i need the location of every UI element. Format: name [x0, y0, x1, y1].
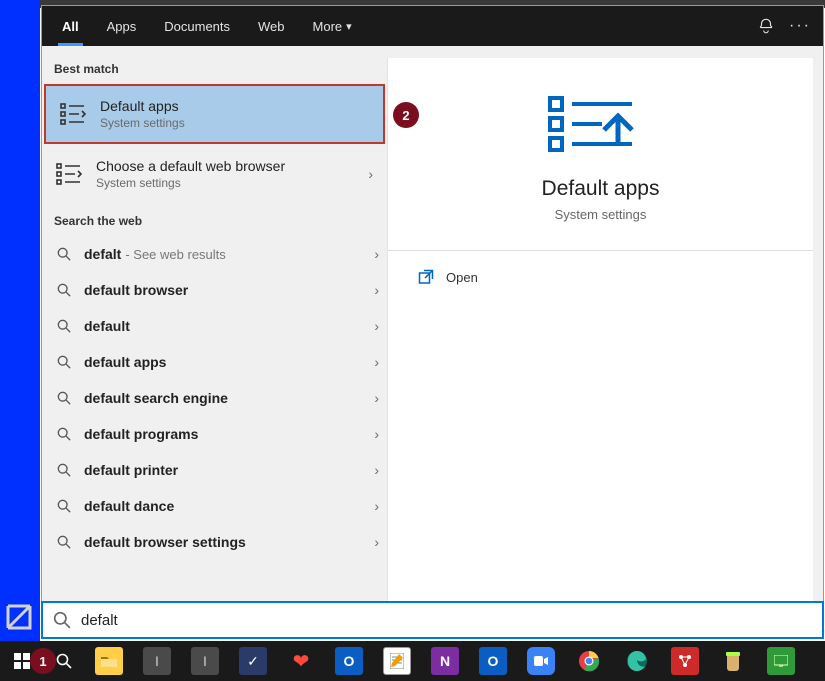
open-button[interactable]: Open: [400, 261, 801, 293]
settings-list-icon: [58, 99, 88, 129]
divider: [388, 250, 813, 251]
taskbar-edge[interactable]: [616, 645, 658, 677]
open-label: Open: [446, 270, 478, 285]
chevron-down-icon: ▾: [346, 20, 352, 33]
web-result[interactable]: default programs ›: [42, 416, 387, 452]
tab-web[interactable]: Web: [244, 6, 299, 46]
search-icon: [56, 426, 72, 442]
web-result-term: default browser: [84, 282, 188, 298]
web-result[interactable]: defalt - See web results ›: [42, 236, 387, 272]
search-input[interactable]: [81, 612, 812, 629]
taskbar-app-check[interactable]: ✓: [232, 645, 274, 677]
tab-apps[interactable]: Apps: [93, 6, 151, 46]
taskbar-explorer[interactable]: [88, 645, 130, 677]
tab-documents[interactable]: Documents: [150, 6, 244, 46]
web-result[interactable]: default browser ›: [42, 272, 387, 308]
search-icon: [53, 611, 71, 629]
tab-web-label: Web: [258, 19, 285, 34]
search-icon: [56, 498, 72, 514]
web-result[interactable]: default search engine ›: [42, 380, 387, 416]
chevron-right-icon: ›: [368, 166, 373, 182]
taskbar-app-jar[interactable]: [712, 645, 754, 677]
annotation-badge-1: 1: [30, 648, 56, 674]
search-icon: [56, 354, 72, 370]
taskbar-app-heart[interactable]: ❤: [280, 645, 322, 677]
result-title: Choose a default web browser: [96, 158, 285, 174]
search-body: Best match Default apps System settings …: [42, 46, 823, 638]
feedback-icon[interactable]: [749, 6, 783, 46]
taskbar-onenote[interactable]: N: [424, 645, 466, 677]
chevron-right-icon: ›: [374, 534, 379, 550]
tab-all-label: All: [62, 19, 79, 34]
search-icon: [56, 318, 72, 334]
preview-title: Default apps: [400, 177, 801, 201]
results-column: Best match Default apps System settings …: [42, 46, 387, 638]
web-result[interactable]: default dance ›: [42, 488, 387, 524]
web-result-term: default printer: [84, 462, 178, 478]
result-subtitle: System settings: [96, 176, 285, 190]
taskbar-zoom[interactable]: [520, 645, 562, 677]
search-icon: [56, 462, 72, 478]
chevron-right-icon: ›: [374, 498, 379, 514]
watermark-icon: [6, 604, 34, 635]
chevron-right-icon: ›: [374, 354, 379, 370]
open-icon: [418, 269, 434, 285]
preview-column: Default apps System settings Open: [387, 58, 813, 628]
chevron-right-icon: ›: [374, 390, 379, 406]
web-result-term: defalt: [84, 246, 121, 262]
result-titles: Default apps System settings: [100, 98, 185, 130]
web-result-term: default browser settings: [84, 534, 246, 550]
default-apps-icon: [546, 94, 656, 157]
background-left-stripe: [0, 0, 40, 641]
taskbar-notepad[interactable]: [376, 645, 418, 677]
search-icon: [56, 246, 72, 262]
search-panel: All Apps Documents Web More▾ ··· Best ma…: [41, 5, 824, 639]
tab-all[interactable]: All: [48, 6, 93, 46]
web-result-suffix: - See web results: [125, 247, 225, 262]
taskbar-app-grey-1[interactable]: I: [136, 645, 178, 677]
search-icon: [56, 534, 72, 550]
tab-more-label: More: [313, 19, 343, 34]
section-best-match: Best match: [42, 52, 387, 84]
result-titles: Choose a default web browser System sett…: [96, 158, 285, 190]
web-result[interactable]: default apps ›: [42, 344, 387, 380]
chevron-right-icon: ›: [374, 318, 379, 334]
chevron-right-icon: ›: [374, 462, 379, 478]
result-title: Default apps: [100, 98, 185, 114]
result-subtitle: System settings: [100, 116, 185, 130]
chevron-right-icon: ›: [374, 282, 379, 298]
result-choose-browser[interactable]: Choose a default web browser System sett…: [42, 144, 387, 204]
taskbar-chrome[interactable]: [568, 645, 610, 677]
web-result[interactable]: default ›: [42, 308, 387, 344]
web-result-term: default apps: [84, 354, 166, 370]
tab-apps-label: Apps: [107, 19, 137, 34]
web-result-term: default dance: [84, 498, 174, 514]
search-bar[interactable]: [41, 601, 824, 639]
tab-documents-label: Documents: [164, 19, 230, 34]
more-icon[interactable]: ···: [783, 6, 817, 46]
web-result-term: default: [84, 318, 130, 334]
taskbar-outlook-1[interactable]: O: [328, 645, 370, 677]
search-icon: [56, 390, 72, 406]
result-default-apps[interactable]: Default apps System settings: [44, 84, 385, 144]
settings-list-icon: [54, 159, 84, 189]
annotation-badge-2: 2: [393, 102, 419, 128]
preview-subtitle: System settings: [400, 207, 801, 222]
taskbar-app-red[interactable]: [664, 645, 706, 677]
web-result-term: default programs: [84, 426, 198, 442]
taskbar-outlook-2[interactable]: O: [472, 645, 514, 677]
chevron-right-icon: ›: [374, 426, 379, 442]
tab-more[interactable]: More▾: [299, 6, 366, 46]
taskbar-app-grey-2[interactable]: I: [184, 645, 226, 677]
taskbar: I I ✓ ❤ O N O: [0, 641, 825, 681]
web-result[interactable]: default printer ›: [42, 452, 387, 488]
search-tabs: All Apps Documents Web More▾ ···: [42, 6, 823, 46]
taskbar-app-green[interactable]: [760, 645, 802, 677]
web-result[interactable]: default browser settings ›: [42, 524, 387, 560]
search-icon: [56, 282, 72, 298]
web-result-term: default search engine: [84, 390, 228, 406]
section-web: Search the web: [42, 204, 387, 236]
chevron-right-icon: ›: [374, 246, 379, 262]
